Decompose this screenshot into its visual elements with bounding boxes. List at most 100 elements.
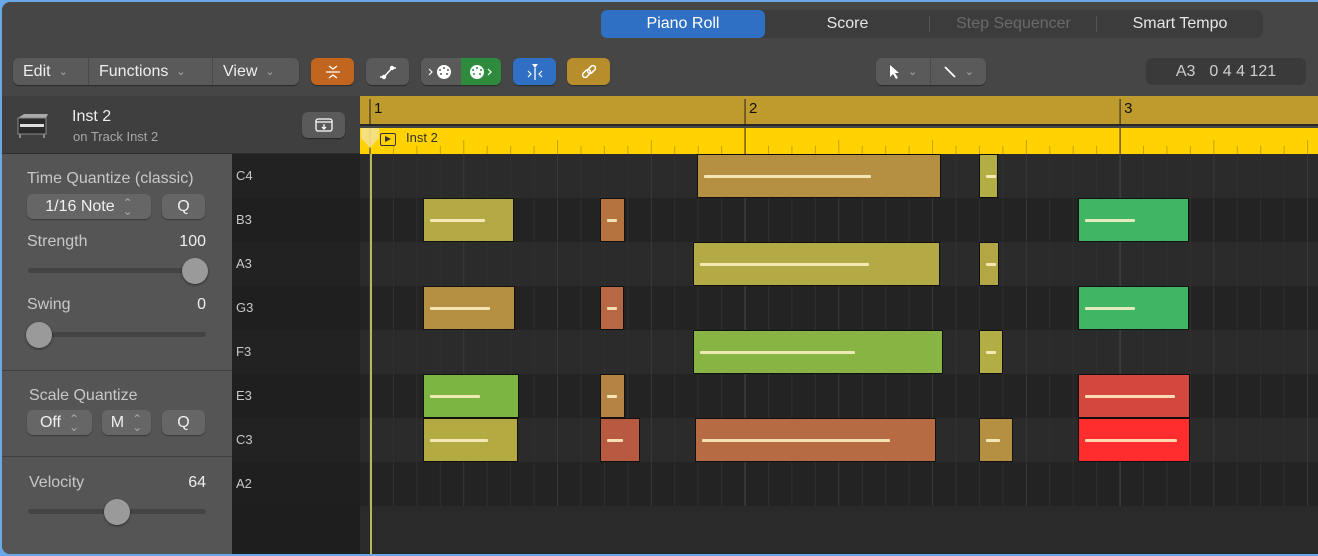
- view-label: View: [223, 62, 258, 80]
- tab-label: Score: [826, 15, 869, 32]
- pitch-readout: A3: [1175, 62, 1196, 80]
- scale-mode-value: M: [110, 413, 125, 431]
- tab-score[interactable]: Score: [765, 10, 930, 38]
- velocity-bar: [429, 219, 486, 222]
- collapse-button[interactable]: [311, 58, 354, 85]
- chevron-down-icon: ⌄: [908, 66, 918, 78]
- q-label: Q: [177, 197, 190, 215]
- time-quantize-select[interactable]: 1/16 Note ⌃ ⌄: [27, 194, 151, 219]
- link-button[interactable]: [567, 58, 610, 85]
- tool-menus: ⌄ ⌄: [876, 58, 986, 85]
- scale-mode-select[interactable]: M ⌃ ⌄: [102, 410, 151, 435]
- q-label: Q: [177, 413, 190, 431]
- midi-note[interactable]: [1077, 418, 1191, 462]
- tab-smart-tempo[interactable]: Smart Tempo: [1097, 10, 1263, 38]
- velocity-slider-knob[interactable]: [104, 499, 130, 525]
- swing-label: Swing: [27, 296, 71, 313]
- edit-menu[interactable]: Edit ⌄: [13, 58, 89, 85]
- midi-note[interactable]: [599, 198, 626, 242]
- pitch-label: F3: [232, 330, 360, 374]
- midi-note[interactable]: [693, 330, 944, 374]
- midi-note[interactable]: [694, 418, 937, 462]
- midi-note[interactable]: [422, 374, 519, 418]
- view-menu[interactable]: View ⌄: [213, 58, 299, 85]
- position-readout: 0 4 4 121: [1209, 62, 1277, 80]
- midi-note[interactable]: [1077, 286, 1190, 330]
- region-play-icon: [380, 133, 396, 146]
- bar-number: 2: [749, 100, 757, 117]
- scale-quantize-q-button[interactable]: Q: [162, 410, 205, 435]
- midi-note[interactable]: [422, 418, 518, 462]
- scale-root-select[interactable]: Off ⌃ ⌄: [27, 410, 92, 435]
- midi-note[interactable]: [599, 286, 625, 330]
- automation-button[interactable]: [366, 58, 409, 85]
- velocity-bar: [1084, 307, 1135, 310]
- velocity-bar: [429, 439, 488, 442]
- chevron-down-icon: ⌄: [58, 66, 68, 78]
- piano-instrument-icon: [17, 114, 48, 138]
- velocity-bar: [1084, 439, 1178, 442]
- tab-label: Piano Roll: [646, 15, 720, 32]
- midi-note[interactable]: [599, 418, 640, 462]
- pencil-tool-menu[interactable]: ⌄: [931, 58, 986, 85]
- midi-in-icon: [428, 64, 451, 79]
- automation-curve-icon: [379, 65, 396, 79]
- midi-out-icon: [470, 64, 492, 79]
- pitch-label: C4: [232, 154, 360, 198]
- velocity-bar: [606, 219, 617, 222]
- swing-slider-knob[interactable]: [26, 322, 52, 348]
- pitch-label: B3: [232, 198, 360, 242]
- midi-note[interactable]: [979, 418, 1014, 462]
- inspector-panel: Time Quantize (classic) 1/16 Note ⌃ ⌄ Q St…: [2, 154, 232, 554]
- midi-in-button[interactable]: [421, 58, 461, 85]
- midi-note[interactable]: [696, 154, 941, 198]
- catch-contents-button[interactable]: [302, 112, 345, 138]
- midi-out-button[interactable]: [461, 58, 501, 85]
- midi-note[interactable]: [979, 242, 1000, 286]
- strength-slider-knob[interactable]: [182, 258, 208, 284]
- tab-label: Smart Tempo: [1132, 15, 1228, 32]
- scale-quantize-label: Scale Quantize: [29, 387, 138, 404]
- velocity-bar: [1084, 219, 1135, 222]
- velocity-bar: [429, 307, 491, 310]
- midi-note[interactable]: [979, 330, 1003, 374]
- note-grid[interactable]: [360, 154, 1318, 554]
- tab-label: Step Sequencer: [956, 15, 1071, 32]
- catch-playhead-icon: [527, 63, 542, 80]
- midi-note[interactable]: [979, 154, 999, 198]
- midi-note[interactable]: [1077, 374, 1191, 418]
- velocity-bar: [703, 175, 871, 178]
- catch-button[interactable]: [513, 58, 556, 85]
- velocity-bar: [986, 175, 997, 178]
- midi-note[interactable]: [422, 286, 516, 330]
- velocity-bar: [1084, 395, 1176, 398]
- playhead-line: [370, 154, 372, 554]
- functions-label: Functions: [99, 62, 169, 80]
- midi-note[interactable]: [422, 198, 515, 242]
- velocity-bar: [986, 439, 1000, 442]
- time-quantize-q-button[interactable]: Q: [162, 194, 205, 219]
- strength-slider[interactable]: [28, 268, 206, 273]
- region-strip-label: Inst 2: [406, 130, 438, 145]
- midi-note[interactable]: [693, 242, 940, 286]
- toolbar: Edit ⌄ Functions ⌄ View ⌄ ⌄ ⌄ A3 0 4 4 1…: [2, 58, 1318, 88]
- bar-ruler[interactable]: 1 2 3 Inst 2: [360, 96, 1318, 154]
- midi-group: [421, 58, 501, 85]
- pointer-tool-menu[interactable]: ⌄: [876, 58, 931, 85]
- playhead-icon[interactable]: [360, 126, 382, 152]
- midi-note[interactable]: [599, 374, 626, 418]
- pointer-tool-icon: [890, 64, 899, 79]
- pitch-labels: C4 B3 A3 G3 F3 E3 C3 A2: [232, 154, 360, 554]
- editor-tabs: Piano Roll Score Step Sequencer Smart Te…: [601, 10, 1263, 38]
- menu-group: Edit ⌄ Functions ⌄ View ⌄: [13, 58, 299, 85]
- tab-piano-roll[interactable]: Piano Roll: [601, 10, 765, 38]
- pitch-label: A2: [232, 462, 360, 506]
- pencil-tool-icon: [944, 65, 956, 78]
- functions-menu[interactable]: Functions ⌄: [89, 58, 213, 85]
- midi-note[interactable]: [1077, 198, 1190, 242]
- strength-label: Strength: [27, 233, 88, 250]
- tab-step-sequencer[interactable]: Step Sequencer: [930, 10, 1097, 38]
- velocity-bar: [606, 395, 617, 398]
- stepper-icon: ⌃ ⌄: [132, 411, 143, 434]
- swing-slider[interactable]: [28, 332, 206, 337]
